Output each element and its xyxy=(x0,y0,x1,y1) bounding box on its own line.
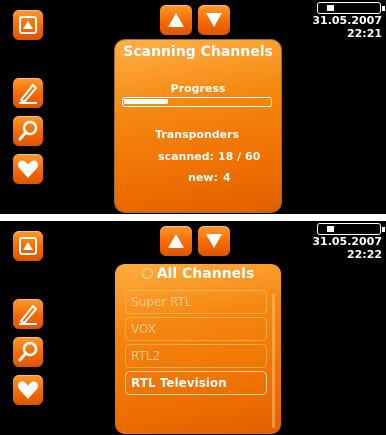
scanned-label: scanned: xyxy=(158,150,214,163)
nav-down-button[interactable] xyxy=(198,5,230,35)
pen-icon xyxy=(19,83,38,104)
scan-screen: 31.05.2007 22:21 Scanning Channels Progr… xyxy=(0,0,386,214)
channel-list-screen: 31.05.2007 22:22 All Channels Super RTL … xyxy=(0,221,386,435)
magnifier-icon xyxy=(18,341,38,362)
scanned-value: 18 / 60 xyxy=(218,150,261,163)
edit-button[interactable] xyxy=(13,299,43,329)
panel-title: All Channels xyxy=(115,266,281,282)
date-label: 31.05.2007 xyxy=(312,14,382,27)
top-left-up-button[interactable] xyxy=(13,10,43,40)
battery-indicator xyxy=(317,223,385,235)
pen-icon xyxy=(19,304,38,325)
channel-list-title: All Channels xyxy=(156,266,255,282)
up-arrow-icon xyxy=(168,234,184,248)
heart-icon xyxy=(17,381,39,399)
progress-fill xyxy=(124,99,168,104)
down-arrow-icon xyxy=(206,234,222,248)
nav-up-button[interactable] xyxy=(160,226,192,256)
edit-button[interactable] xyxy=(13,78,43,108)
channel-item[interactable]: VOX xyxy=(125,317,267,341)
channel-item-selected[interactable]: RTL Television xyxy=(125,371,267,395)
new-value: 4 xyxy=(223,171,231,184)
favorites-button[interactable] xyxy=(13,375,43,405)
date-label: 31.05.2007 xyxy=(312,235,382,248)
battery-level xyxy=(327,5,334,11)
time-label: 22:21 xyxy=(346,27,382,40)
transponders-label: Transponders xyxy=(155,128,240,141)
progress-bar xyxy=(122,97,272,107)
favorites-button[interactable] xyxy=(13,154,43,184)
up-triangle-icon xyxy=(19,16,37,34)
new-label: new: xyxy=(188,171,218,184)
channel-item[interactable]: RTL2 xyxy=(125,344,267,368)
magnifier-icon xyxy=(18,120,38,141)
channel-item[interactable]: Super RTL xyxy=(125,290,267,314)
time-label: 22:22 xyxy=(346,248,382,261)
nav-down-button[interactable] xyxy=(198,226,230,256)
scrollbar[interactable] xyxy=(272,294,275,428)
globe-icon xyxy=(141,268,153,279)
battery-indicator xyxy=(317,2,385,14)
channel-list-panel: All Channels Super RTL VOX RTL2 RTL Tele… xyxy=(115,264,281,434)
up-arrow-icon xyxy=(168,13,184,27)
battery-level xyxy=(327,226,334,232)
up-triangle-icon xyxy=(19,237,37,255)
battery-tip xyxy=(382,227,385,232)
scan-panel: Scanning Channels Progress Transponders … xyxy=(115,40,281,212)
heart-icon xyxy=(17,160,39,178)
search-button[interactable] xyxy=(13,337,43,367)
progress-label: Progress xyxy=(170,82,226,95)
battery-tip xyxy=(382,6,385,11)
search-button[interactable] xyxy=(13,116,43,146)
screen-divider xyxy=(0,214,386,221)
down-arrow-icon xyxy=(206,13,222,27)
top-left-up-button[interactable] xyxy=(13,231,43,261)
panel-title: Scanning Channels xyxy=(123,44,273,60)
nav-up-button[interactable] xyxy=(160,5,192,35)
